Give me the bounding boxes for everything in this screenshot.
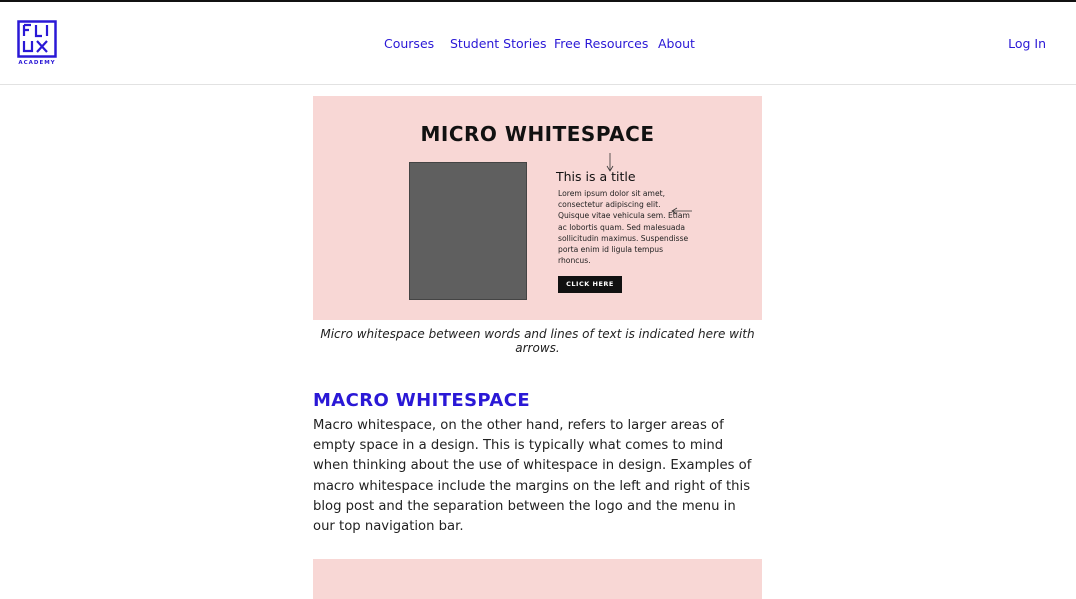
sample-title: This is a title (556, 169, 636, 184)
illustration-caption: Micro whitespace between words and lines… (320, 327, 755, 355)
illustration-title: MICRO WHITESPACE (420, 122, 655, 146)
image-placeholder (409, 162, 527, 300)
next-illustration (313, 559, 762, 599)
sample-click-here-button: CLICK HERE (558, 276, 622, 293)
nav-item-courses[interactable]: Courses (384, 36, 434, 51)
arrow-left-icon (671, 207, 692, 215)
micro-whitespace-illustration: MICRO WHITESPACE This is a title Lorem i… (313, 96, 762, 320)
login-link[interactable]: Log In (1008, 36, 1046, 51)
nav-item-about[interactable]: About (658, 36, 695, 51)
site-header: ACADEMY Courses Student Stories Free Res… (0, 2, 1076, 85)
sample-paragraph: Lorem ipsum dolor sit amet, consectetur … (558, 189, 690, 266)
nav-item-free-resources[interactable]: Free Resources (554, 36, 648, 51)
logo-subtitle: ACADEMY (18, 60, 56, 66)
nav-item-student-stories[interactable]: Student Stories (450, 36, 546, 51)
main-nav: Courses Student Stories Free Resources A… (0, 36, 1076, 56)
section-body-text: Macro whitespace, on the other hand, ref… (313, 418, 752, 535)
section-heading: MACRO WHITESPACE (313, 390, 531, 411)
